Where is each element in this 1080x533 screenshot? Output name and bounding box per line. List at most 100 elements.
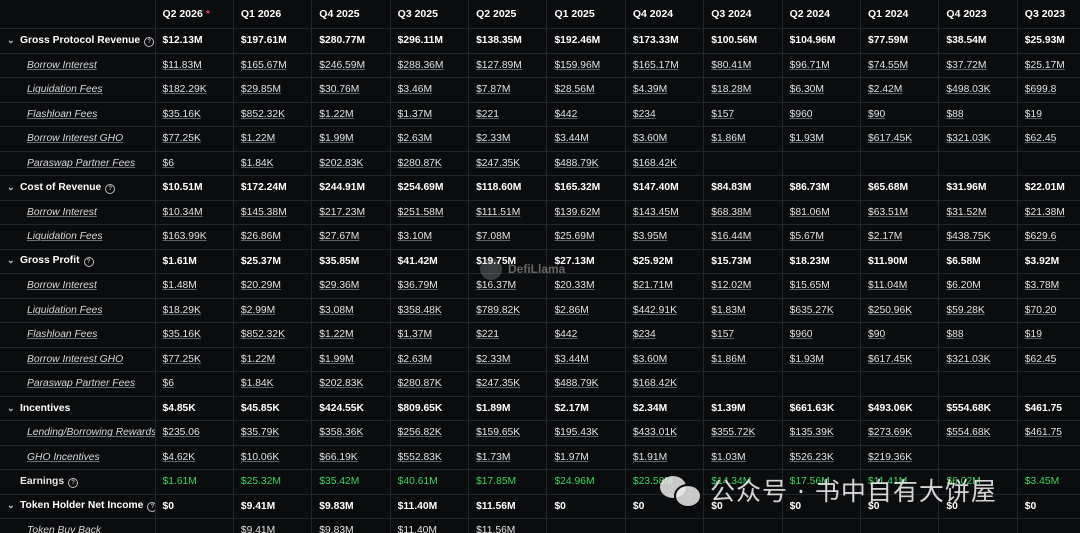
cell-value: $157 [711,108,735,120]
value-cell: $852.32K [233,102,313,127]
row-label[interactable]: Borrow Interest GHO [27,354,123,365]
cell-value: $217.23M [319,206,366,218]
cell-value: $6.02M [946,476,981,488]
value-cell: $424.55K [311,396,391,421]
row-label[interactable]: Borrow Interest GHO [27,133,123,144]
cell-value: $1.61M [162,476,197,488]
info-icon[interactable]: ? [83,257,94,268]
cell-value: $247.35K [476,378,521,390]
row-label-cell[interactable]: ⌄ Cost of Revenue? [0,175,156,201]
cell-value: $1.03M [711,451,746,463]
cell-value: $168.42K [632,157,677,169]
value-cell: $192.46M [546,28,626,54]
cell-value: $35.85M [319,255,360,267]
row-label-cell[interactable]: ⌄ Token Holder Net Income? [0,494,156,519]
row-label[interactable]: Borrow Interest [27,60,97,71]
cell-value: $11.40M [397,500,438,512]
value-cell: $143.45M [625,200,705,225]
cell-value: $11.56M [476,525,516,533]
cell-value: $66.19K [319,451,358,463]
chevron-down-icon[interactable]: ⌄ [7,500,17,511]
value-cell: $1.93M [782,347,862,372]
value-cell: $3.44M [546,126,626,152]
value-cell: $554.68K [938,396,1018,421]
row-label-cell[interactable]: ⌄ Gross Profit? [0,249,156,274]
row-label[interactable]: Paraswap Partner Fees [27,158,135,169]
info-icon[interactable]: ? [147,502,154,513]
column-header[interactable]: Q3 2024 [703,0,783,29]
row-label[interactable]: Borrow Interest [27,207,97,218]
value-cell: $81.06M [782,200,862,225]
cell-value: $1.93M [789,133,824,145]
column-header[interactable]: Q4 2023 [938,0,1018,29]
value-cell: $635.27K [782,298,862,323]
cell-value: $90 [868,329,886,341]
row-label[interactable]: Paraswap Partner Fees [27,378,135,389]
row-label[interactable]: Lending/Borrowing Rewards [27,427,154,438]
row-label[interactable]: GHO Incentives [27,452,100,463]
value-cell: $960 [782,102,862,127]
table-row: Token Buy Back $9.41M $9.83M $11.40M $11.56M [0,518,1080,533]
column-header[interactable]: Q4 2025 [311,0,391,29]
cell-value: $11.41M [868,476,908,488]
header-metric-column [0,0,156,29]
value-cell: $461.75 [1017,396,1080,421]
cell-value: $30.76M [319,84,360,96]
value-cell: $12.13M [155,28,234,54]
value-cell: $21.71M [625,273,705,299]
info-icon[interactable]: ? [144,36,154,47]
chevron-down-icon[interactable]: ⌄ [7,182,17,193]
column-header[interactable]: Q4 2024 [625,0,705,29]
value-cell: $1.39M [703,396,783,421]
row-label: Gross Protocol Revenue [20,34,141,46]
row-label[interactable]: Liquidation Fees [27,305,103,316]
cell-value: $960 [789,108,813,120]
column-header[interactable]: Q2 2025 [468,0,548,29]
value-cell: $1.84K [233,371,313,397]
cell-value: $19.75M [476,255,517,267]
cell-value: $23.58M [632,476,673,488]
cell-value: $17.56M [789,476,830,488]
column-header[interactable]: Q1 2026 [233,0,313,29]
cell-value: $1.73M [476,451,511,463]
cell-value: $197.61M [240,35,287,47]
chevron-down-icon[interactable]: ⌄ [7,403,17,414]
row-label[interactable]: Token Buy Back [27,525,101,533]
value-cell: $355.72K [703,420,783,446]
value-cell: $247.35K [468,371,548,397]
row-label[interactable]: Flashloan Fees [27,109,97,120]
row-label[interactable]: Borrow Interest [27,280,97,291]
column-header[interactable]: Q2 2024 [782,0,862,29]
value-cell: $80.41M [703,53,783,78]
column-header[interactable]: Q1 2024 [860,0,940,29]
info-icon[interactable]: ? [68,477,79,488]
column-header[interactable]: Q3 2023 [1017,0,1080,29]
row-label: Token Holder Net Income [20,500,144,512]
column-header[interactable]: Q1 2025 [546,0,626,29]
column-header[interactable]: Q2 2026 * [155,0,234,29]
value-cell: $77.25K [155,126,234,152]
row-label-cell[interactable]: ⌄ Gross Protocol Revenue? [0,28,156,54]
column-header[interactable]: Q3 2025 [390,0,470,29]
value-cell: $63.51M [860,200,940,225]
row-label-cell: Lending/Borrowing Rewards [0,420,156,446]
cell-value: $63.51M [868,206,909,218]
cell-value: $321.03K [946,353,991,365]
row-label[interactable]: Flashloan Fees [27,329,97,340]
row-label-cell: Borrow Interest [0,200,156,225]
row-label: Incentives [20,402,71,414]
cell-value: $195.43K [554,427,599,439]
cell-value: $31.52M [946,206,987,218]
chevron-down-icon[interactable]: ⌄ [7,255,17,266]
value-cell: $280.87K [390,371,470,397]
row-label[interactable]: Liquidation Fees [27,231,103,242]
value-cell [625,518,705,533]
info-icon[interactable]: ? [105,183,116,194]
value-cell [860,151,940,176]
chevron-down-icon[interactable]: ⌄ [7,35,17,46]
cell-value: $182.29K [162,84,207,96]
value-cell: $358.36K [311,420,391,446]
row-label[interactable]: Liquidation Fees [27,84,103,95]
cell-value: $0 [711,500,723,512]
row-label-cell[interactable]: ⌄ Incentives [0,396,156,421]
